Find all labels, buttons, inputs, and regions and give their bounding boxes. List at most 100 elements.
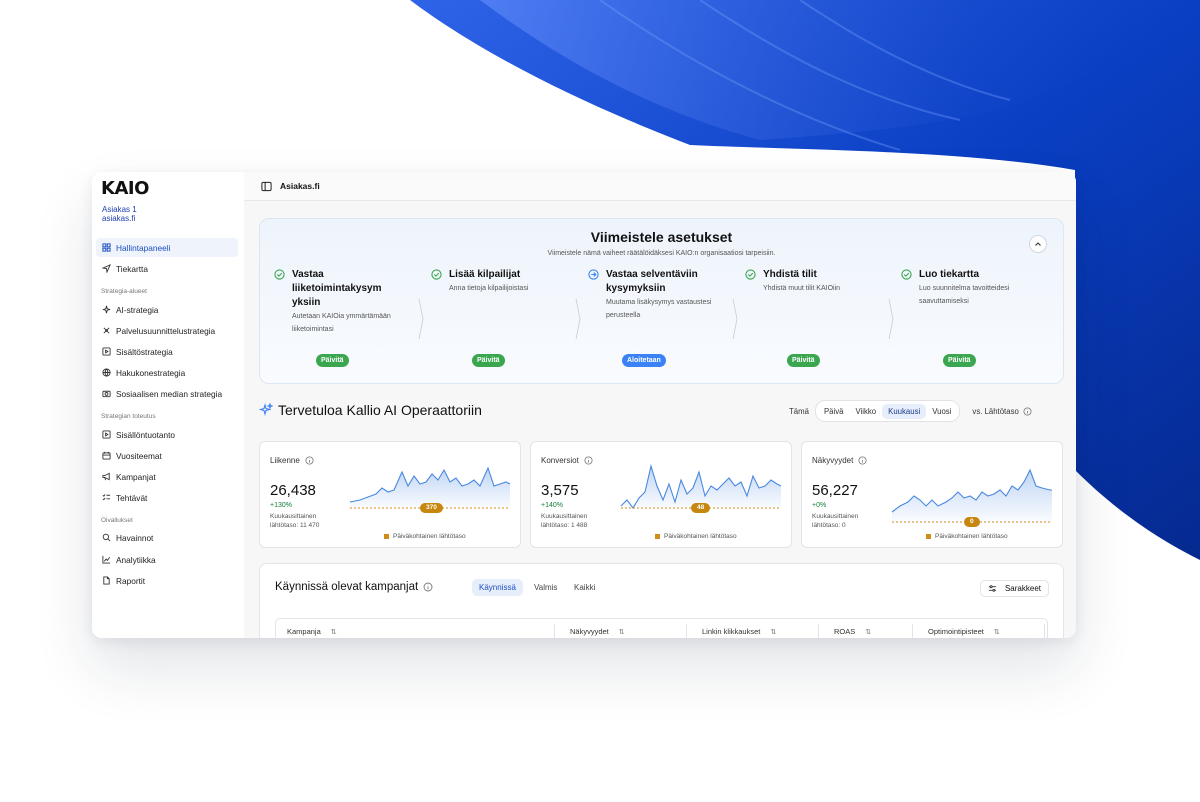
play-square-icon <box>101 430 111 440</box>
kpi-card-konversiot[interactable]: Konversiot 3,575 +140% Kuukausittainen l… <box>530 441 792 548</box>
sidebar-item-label: Palvelusuunnittelustrategia <box>116 325 216 336</box>
period-label: Tämä <box>789 406 809 416</box>
sidebar-item-tiekartta[interactable]: Tiekartta <box>96 259 238 278</box>
sidebar-item-label: Tehtävät <box>116 492 148 503</box>
calendar-icon <box>101 451 111 461</box>
kpi-change: +140% <box>541 502 563 509</box>
account-name[interactable]: Asiakas 1 <box>102 205 137 214</box>
section-heading-toteutus: Strategian toteutus <box>101 413 156 420</box>
sidebar-item-vuositeemat[interactable]: Vuositeemat <box>96 446 238 465</box>
period-option-paiva[interactable]: Päivä <box>818 404 850 419</box>
step-title: Luo tiekartta <box>919 269 980 280</box>
tab-valmis[interactable]: Valmis <box>527 579 564 596</box>
kpi-card-nakyvyydet[interactable]: Näkyvyydet 56,227 +0% Kuukausittainen lä… <box>801 441 1063 548</box>
sort-icon: ⇅ <box>330 628 337 636</box>
columns-button-label: Sarakkeet <box>1004 584 1041 593</box>
column-roas[interactable]: ROAS ⇅ <box>834 627 871 636</box>
sidebar-item-label: Raportit <box>116 575 146 586</box>
kaio-logo[interactable]: KAIO <box>101 178 149 199</box>
kpi-baseline: Kuukausittainen lähtötaso: 11 470 <box>270 513 320 529</box>
sparkles-icon <box>259 403 273 417</box>
sidebar-item-hallintapaneeli[interactable]: Hallintapaneeli <box>96 238 238 257</box>
info-icon <box>305 456 314 465</box>
sidebar-item-havainnot[interactable]: Havainnot <box>96 528 238 547</box>
tab-kaikki[interactable]: Kaikki <box>567 579 602 596</box>
sidebar-item-label: Havainnot <box>116 532 154 543</box>
sidebar-item-ai-strategia[interactable]: AI-strategia <box>96 300 238 319</box>
tab-kaynnissa[interactable]: Käynnissä <box>472 579 523 596</box>
campaigns-panel: Käynnissä olevat kampanjat Käynnissä Val… <box>259 563 1064 638</box>
sidebar-item-label: Hakukonestrategia <box>116 367 186 378</box>
collapse-button[interactable] <box>1029 235 1047 253</box>
period-segmented-control: Päivä Viikko Kuukausi Vuosi <box>814 400 961 422</box>
period-option-viikko[interactable]: Viikko <box>849 404 882 419</box>
sidebar-item-label: Sosiaalisen median strategia <box>116 388 223 399</box>
sidebar-item-label: Tiekartta <box>116 263 148 274</box>
step-update-button[interactable]: Päivitä <box>787 354 820 367</box>
sliders-icon <box>988 585 997 592</box>
kpi-change: +130% <box>270 502 292 509</box>
column-divider <box>912 624 913 638</box>
compare-baseline-toggle[interactable]: vs. Lähtötaso <box>972 406 1032 416</box>
sidebar-item-raportit[interactable]: Raportit <box>96 571 238 590</box>
sidebar-toggle-icon[interactable] <box>261 181 272 192</box>
sidebar-item-label: Kampanjat <box>116 471 156 482</box>
columns-button[interactable]: Sarakkeet <box>979 580 1049 597</box>
sidebar-item-analytiikka[interactable]: Analytiikka <box>96 550 238 569</box>
sidebar-item-kampanjat[interactable]: Kampanjat <box>96 467 238 486</box>
sidebar-item-label: AI-strategia <box>116 304 159 315</box>
section-heading-oivallukset: Oivallukset <box>101 517 133 524</box>
step-update-button[interactable]: Päivitä <box>943 354 976 367</box>
sidebar-item-sosiaalisen-median-strategia[interactable]: Sosiaalisen median strategia <box>96 384 238 403</box>
step-title: Yhdistä tilit <box>763 269 817 280</box>
kpi-baseline: Kuukausittainen lähtötaso: 1 488 <box>541 513 588 529</box>
sidebar-item-sisallontuotanto[interactable]: Sisällöntuotanto <box>96 425 238 444</box>
kpi-value: 3,575 <box>541 482 579 499</box>
period-option-kuukausi[interactable]: Kuukausi <box>882 403 927 419</box>
period-selector: Tämä Päivä Viikko Kuukausi Vuosi vs. Läh… <box>789 400 1032 422</box>
column-linkin-klikkaukset[interactable]: Linkin klikkaukset ⇅ <box>702 627 776 636</box>
welcome-title: Tervetuloa Kallio AI Operaattoriin <box>278 402 482 418</box>
page-title: Asiakas.fi <box>280 181 320 191</box>
compare-label: vs. Lähtötaso <box>972 406 1019 416</box>
app-window: KAIO Asiakas 1 asiakas.fi Hallintapaneel… <box>92 172 1076 638</box>
info-icon <box>584 456 593 465</box>
chevron-up-icon <box>1035 242 1041 246</box>
kpi-baseline: Kuukausittainen lähtötaso: 0 <box>812 513 859 529</box>
file-icon <box>101 576 111 586</box>
chart-legend: Päiväkohtainen lähtötaso <box>926 533 1008 540</box>
sparkles-icon <box>101 305 111 315</box>
chart-legend: Päiväkohtainen lähtötaso <box>655 533 737 540</box>
kpi-value: 26,438 <box>270 482 316 499</box>
column-optimointipisteet[interactable]: Optimointipisteet ⇅ <box>928 627 1000 636</box>
megaphone-icon <box>101 472 111 482</box>
step-update-button[interactable]: Päivitä <box>316 354 349 367</box>
column-nakyvyydet[interactable]: Näkyvyydet ⇅ <box>570 627 625 636</box>
topbar: Asiakas.fi <box>244 172 1076 201</box>
step-description: Anna tietoja kilpailijoistasi <box>449 285 529 292</box>
main-content: Asiakas.fi Viimeistele asetukset Viimeis… <box>244 172 1076 638</box>
sidebar-item-sisaltostrategia[interactable]: Sisältöstrategia <box>96 342 238 361</box>
step-description: Luo suunnitelma tavoitteidesi saavuttami… <box>919 285 1010 305</box>
sidebar: KAIO Asiakas 1 asiakas.fi Hallintapaneel… <box>92 172 244 638</box>
compass-icon <box>101 326 111 336</box>
step-separator <box>418 299 424 339</box>
sidebar-item-palvelusuunnittelustrategia[interactable]: Palvelusuunnittelustrategia <box>96 321 238 340</box>
chart-line-icon <box>101 555 111 565</box>
account-domain[interactable]: asiakas.fi <box>102 214 135 223</box>
globe-icon <box>101 368 111 378</box>
info-icon <box>1023 406 1032 416</box>
sidebar-item-tehtavat[interactable]: Tehtävät <box>96 488 238 507</box>
section-heading-strategia: Strategia-alueet <box>101 288 147 295</box>
step-separator <box>888 299 894 339</box>
kpi-change: +0% <box>812 502 827 509</box>
period-option-vuosi[interactable]: Vuosi <box>926 404 957 419</box>
kpi-card-liikenne[interactable]: Liikenne 26,438 +130% Kuukausittainen lä… <box>259 441 521 548</box>
sidebar-item-label: Analytiikka <box>116 554 156 565</box>
sidebar-item-hakukonestrategia[interactable]: Hakukonestrategia <box>96 363 238 382</box>
sidebar-item-label: Hallintapaneeli <box>116 242 171 253</box>
column-kampanja[interactable]: Kampanja ⇅ <box>287 627 337 636</box>
step-update-button[interactable]: Päivitä <box>472 354 505 367</box>
check-circle-icon <box>901 269 912 280</box>
step-start-button[interactable]: Aloitetaan <box>622 354 666 367</box>
